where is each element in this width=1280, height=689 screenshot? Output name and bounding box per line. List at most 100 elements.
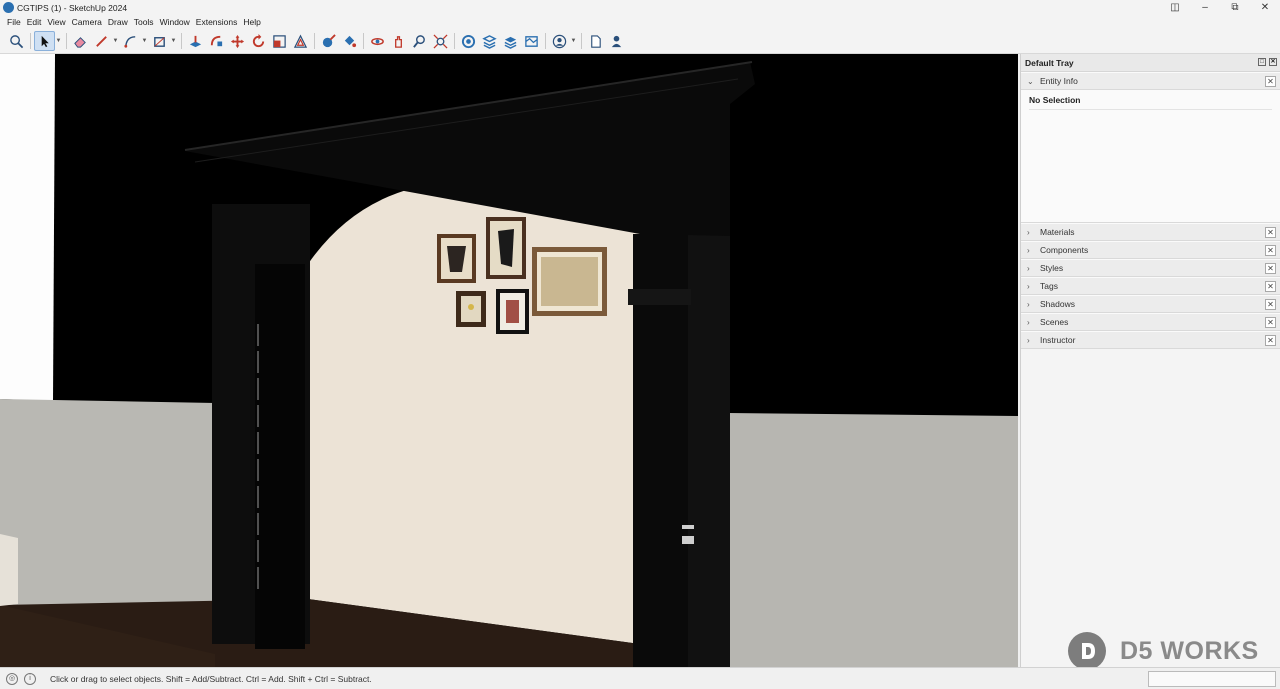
scene-render bbox=[0, 54, 1018, 667]
zoom-icon[interactable] bbox=[409, 31, 430, 51]
close-icon[interactable]: ✕ bbox=[1265, 299, 1276, 310]
close-icon[interactable]: ✕ bbox=[1265, 335, 1276, 346]
geo-location-icon[interactable]: ◎ bbox=[6, 672, 18, 685]
menu-camera[interactable]: Camera bbox=[69, 17, 105, 27]
push-pull-icon[interactable] bbox=[185, 31, 206, 51]
close-icon[interactable]: ✕ bbox=[1265, 245, 1276, 256]
toolbar-separator bbox=[66, 33, 67, 49]
panel-label: Shadows bbox=[1040, 299, 1075, 309]
pin-icon[interactable]: □ bbox=[1258, 58, 1266, 66]
panel-components[interactable]: › Components ✕ bbox=[1021, 241, 1280, 259]
window-controls: ◫ – ⧉ ✕ bbox=[1160, 0, 1280, 15]
chevron-down-icon[interactable]: ▼ bbox=[55, 31, 62, 51]
menu-help[interactable]: Help bbox=[240, 17, 263, 27]
toolbar-separator bbox=[545, 33, 546, 49]
chevron-down-icon[interactable]: ▼ bbox=[112, 31, 119, 51]
paint-bucket-icon[interactable] bbox=[339, 31, 360, 51]
panel-label: Components bbox=[1040, 245, 1089, 255]
tray-header: Default Tray □ ✕ bbox=[1021, 54, 1280, 72]
toolbar-separator bbox=[363, 33, 364, 49]
panel-label: Instructor bbox=[1040, 335, 1076, 345]
chevron-down-icon[interactable]: ▼ bbox=[170, 31, 177, 51]
close-icon[interactable]: ✕ bbox=[1265, 76, 1276, 87]
panel-materials[interactable]: › Materials ✕ bbox=[1021, 223, 1280, 241]
menu-extensions[interactable]: Extensions bbox=[193, 17, 241, 27]
toolbar-separator bbox=[454, 33, 455, 49]
rotate-icon[interactable] bbox=[248, 31, 269, 51]
panel-label: Entity Info bbox=[1040, 76, 1078, 86]
menu-edit[interactable]: Edit bbox=[24, 17, 45, 27]
d5-logo-icon bbox=[1068, 632, 1106, 670]
chevron-right-icon: › bbox=[1027, 245, 1030, 255]
account-icon[interactable] bbox=[549, 31, 570, 51]
pan-icon[interactable] bbox=[388, 31, 409, 51]
window-title: CGTIPS (1) - SketchUp 2024 bbox=[17, 2, 128, 13]
toolbar-separator bbox=[314, 33, 315, 49]
arc-icon[interactable] bbox=[120, 31, 141, 51]
toolbar-separator bbox=[30, 33, 31, 49]
warehouse-icon[interactable] bbox=[458, 31, 479, 51]
close-icon[interactable]: ✕ bbox=[1250, 0, 1280, 15]
eraser-icon[interactable] bbox=[70, 31, 91, 51]
tray-title: Default Tray bbox=[1025, 57, 1074, 68]
panel-label: Materials bbox=[1040, 227, 1075, 237]
minimize-icon[interactable]: – bbox=[1190, 0, 1220, 15]
menu-tools[interactable]: Tools bbox=[131, 17, 157, 27]
menu-file[interactable]: File bbox=[4, 17, 24, 27]
status-message: Click or drag to select objects. Shift =… bbox=[50, 673, 372, 684]
chevron-right-icon: › bbox=[1027, 227, 1030, 237]
panel-instructor[interactable]: › Instructor ✕ bbox=[1021, 331, 1280, 349]
close-icon[interactable]: ✕ bbox=[1265, 227, 1276, 238]
panel-tags[interactable]: › Tags ✕ bbox=[1021, 277, 1280, 295]
offset-icon[interactable] bbox=[290, 31, 311, 51]
default-tray: Default Tray □ ✕ ⌄ Entity Info ✕ No Sele… bbox=[1020, 54, 1280, 667]
menu-bar: File Edit View Camera Draw Tools Window … bbox=[0, 15, 1280, 29]
zoom-extents-icon[interactable] bbox=[430, 31, 451, 51]
close-icon[interactable]: ✕ bbox=[1269, 58, 1277, 66]
model-viewport[interactable] bbox=[0, 54, 1018, 667]
watermark-text: D5 WORKS bbox=[1120, 636, 1259, 665]
toolbar-separator bbox=[581, 33, 582, 49]
pencil-line-icon[interactable] bbox=[91, 31, 112, 51]
rectangle-icon[interactable] bbox=[149, 31, 170, 51]
close-icon[interactable]: ✕ bbox=[1265, 281, 1276, 292]
measurements-box[interactable] bbox=[1148, 671, 1276, 687]
tape-measure-icon[interactable] bbox=[318, 31, 339, 51]
menu-view[interactable]: View bbox=[44, 17, 68, 27]
panel-entity-info[interactable]: ⌄ Entity Info ✕ bbox=[1021, 72, 1280, 90]
chevron-down-icon[interactable]: ▼ bbox=[141, 31, 148, 51]
chevron-down-icon[interactable]: ▼ bbox=[570, 31, 577, 51]
toolbar-separator bbox=[181, 33, 182, 49]
chevron-right-icon: › bbox=[1027, 281, 1030, 291]
panel-label: Scenes bbox=[1040, 317, 1069, 327]
entity-info-body: No Selection bbox=[1021, 90, 1280, 223]
chevron-right-icon: › bbox=[1027, 335, 1030, 345]
selection-status: No Selection bbox=[1029, 95, 1272, 110]
info-icon[interactable]: i bbox=[24, 672, 36, 685]
restore-icon[interactable]: ⧉ bbox=[1220, 0, 1250, 15]
chevron-right-icon: › bbox=[1027, 263, 1030, 273]
chevron-down-icon: ⌄ bbox=[1027, 76, 1034, 86]
orbit-icon[interactable] bbox=[367, 31, 388, 51]
search-icon[interactable] bbox=[6, 31, 27, 51]
panel-shadows[interactable]: › Shadows ✕ bbox=[1021, 295, 1280, 313]
follow-me-icon[interactable] bbox=[206, 31, 227, 51]
close-icon[interactable]: ✕ bbox=[1265, 317, 1276, 328]
layers-icon[interactable] bbox=[500, 31, 521, 51]
sketchup-logo-icon bbox=[3, 2, 14, 13]
profile-icon[interactable] bbox=[606, 31, 627, 51]
new-file-icon[interactable] bbox=[585, 31, 606, 51]
move-icon[interactable] bbox=[227, 31, 248, 51]
sandbox-icon[interactable] bbox=[521, 31, 542, 51]
title-bar: CGTIPS (1) - SketchUp 2024 ◫ – ⧉ ✕ bbox=[0, 0, 1280, 15]
extension-warehouse-icon[interactable] bbox=[479, 31, 500, 51]
menu-draw[interactable]: Draw bbox=[105, 17, 131, 27]
layout-icon[interactable]: ◫ bbox=[1160, 0, 1190, 15]
panel-styles[interactable]: › Styles ✕ bbox=[1021, 259, 1280, 277]
close-icon[interactable]: ✕ bbox=[1265, 263, 1276, 274]
menu-window[interactable]: Window bbox=[157, 17, 193, 27]
scale-icon[interactable] bbox=[269, 31, 290, 51]
select-icon[interactable] bbox=[34, 31, 55, 51]
status-bar: ◎ i Click or drag to select objects. Shi… bbox=[0, 667, 1280, 689]
panel-scenes[interactable]: › Scenes ✕ bbox=[1021, 313, 1280, 331]
